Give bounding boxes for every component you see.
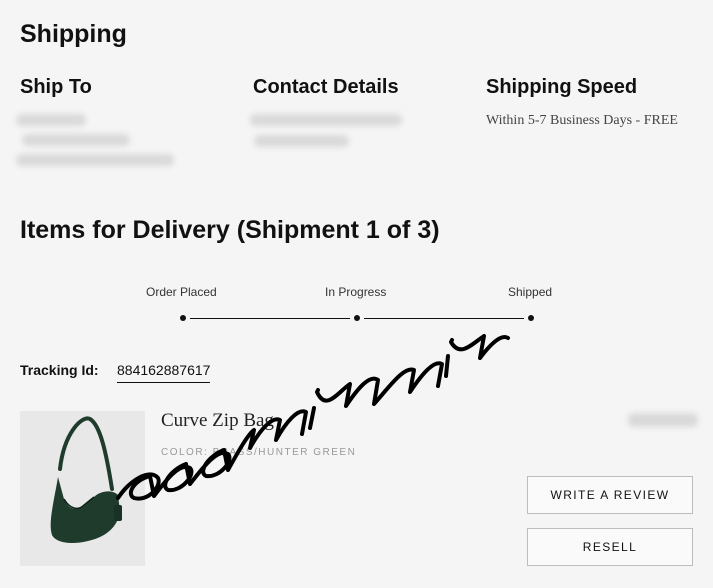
signature-watermark <box>116 334 510 501</box>
shipping-title: Shipping <box>20 20 127 48</box>
progress-line <box>364 318 524 319</box>
progress-line <box>190 318 350 319</box>
ship-to-heading: Ship To <box>20 76 92 98</box>
write-review-button[interactable]: WRITE A REVIEW <box>527 476 693 514</box>
tracking-id-label: Tracking Id: <box>20 362 99 378</box>
contact-details-heading: Contact Details <box>253 76 399 98</box>
step-shipped-dot <box>528 315 534 321</box>
step-order-placed-dot <box>180 315 186 321</box>
step-in-progress-label: In Progress <box>325 285 387 299</box>
resell-button[interactable]: RESELL <box>527 528 693 566</box>
items-for-delivery-title: Items for Delivery (Shipment 1 of 3) <box>20 216 440 244</box>
step-shipped-label: Shipped <box>508 285 553 299</box>
shipping-speed-value: Within 5-7 Business Days - FREE <box>486 113 678 128</box>
step-in-progress-dot <box>354 315 360 321</box>
step-order-placed-label: Order Placed <box>146 285 217 299</box>
shipping-speed-heading: Shipping Speed <box>486 76 638 98</box>
price-redacted <box>628 413 698 427</box>
